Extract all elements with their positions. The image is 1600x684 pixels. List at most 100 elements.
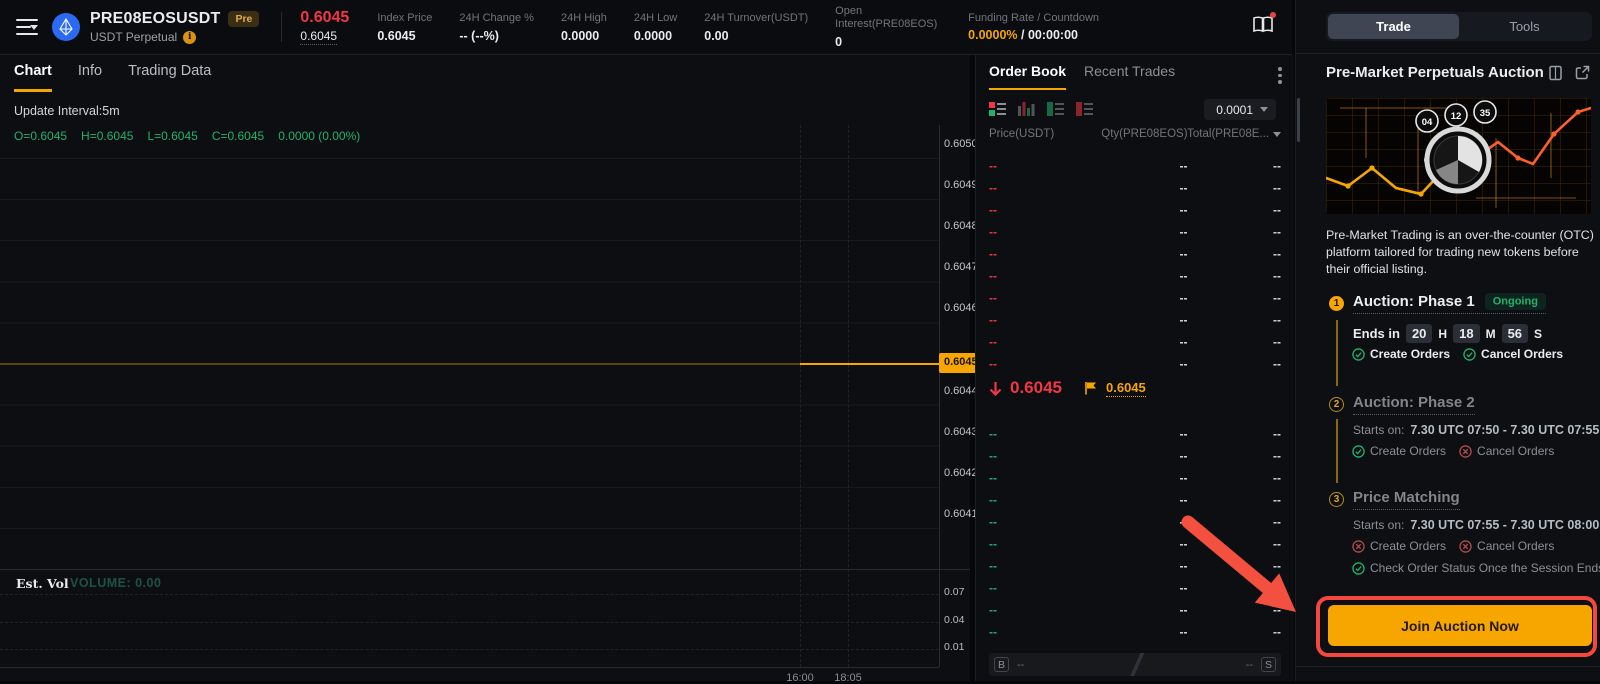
phase-2-title[interactable]: Auction: Phase 2 (1353, 394, 1475, 415)
info-icon[interactable]: i (183, 31, 196, 44)
phase-1-permissions: Create Orders Cancel Orders (1352, 347, 1571, 361)
scrollbar[interactable] (1297, 98, 1300, 142)
symbol-block[interactable]: PRE08EOSUSDT Pre USDT Perpetual i (90, 10, 259, 44)
tab-trading-data[interactable]: Trading Data (128, 63, 211, 92)
time-tick: 16:00 (786, 672, 814, 684)
tab-order-book[interactable]: Order Book (989, 63, 1066, 90)
last-traded-price[interactable]: 0.6045 (1010, 378, 1062, 398)
permission-item: Cancel Orders (1459, 539, 1554, 553)
timeline-connector (1336, 419, 1338, 483)
check-circle-icon (1463, 348, 1476, 361)
ask-row[interactable]: ------ (989, 309, 1281, 331)
tab-recent-trades[interactable]: Recent Trades (1084, 63, 1175, 90)
ask-row[interactable]: ------ (989, 155, 1281, 177)
last-price-row: 0.6045 0.6045 (989, 378, 1146, 398)
flag-icon[interactable] (1084, 381, 1098, 395)
bid-row[interactable]: ------ (989, 445, 1281, 467)
ticker-stat: 24H High 0.0000 (561, 12, 607, 43)
orderbook-menu-icon[interactable] (1278, 67, 1282, 87)
bid-row[interactable]: ------ (989, 423, 1281, 445)
volume-axis-ticks: 0.070.040.01 (944, 586, 964, 669)
orderbook-layout-toggle-icon[interactable] (1252, 15, 1274, 39)
sell-badge: S (1261, 657, 1276, 672)
permission-item: Create Orders (1352, 347, 1450, 361)
phase-3-permissions: Create Orders Cancel Orders Check Order … (1352, 539, 1600, 575)
hamburger-menu-icon[interactable] (16, 19, 38, 35)
ask-row[interactable]: ------ (989, 353, 1281, 375)
buy-sell-ratio-bar: B -- -- S (989, 653, 1281, 676)
bid-row[interactable]: ------ (989, 599, 1281, 621)
trade-side-panel: Trade Tools Pre-Market Perpetuals Auctio… (1295, 0, 1600, 681)
document-icon[interactable] (1548, 65, 1563, 81)
price-grouping-dropdown[interactable]: 0.0001 (1204, 99, 1276, 120)
mark-price[interactable]: 0.6045 (300, 29, 337, 45)
update-interval-label: Update Interval:5m (14, 104, 120, 118)
bid-row[interactable]: ------ (989, 489, 1281, 511)
join-auction-now-button[interactable]: Join Auction Now (1328, 605, 1592, 646)
eos-coin-logo (52, 13, 80, 41)
chart-vertical-gridline (800, 125, 801, 667)
time-tick: 18:05 (834, 672, 862, 684)
tab-info[interactable]: Info (78, 63, 102, 92)
view-asks-only-icon[interactable] (1076, 102, 1093, 116)
bid-row[interactable]: ------ (989, 555, 1281, 577)
volume-gridline (0, 649, 939, 650)
view-depth-bars-icon[interactable] (1018, 102, 1035, 116)
top-bar: PRE08EOSUSDT Pre USDT Perpetual i 0.6045… (0, 0, 1292, 55)
orderbook-view-icons (989, 102, 1093, 116)
bid-row[interactable]: ------ (989, 511, 1281, 533)
buy-badge: B (994, 657, 1009, 672)
ticker-stat: 24H Low 0.0000 (634, 12, 677, 43)
phase-1-countdown: Ends in 20H 18M 56S (1353, 324, 1542, 343)
funding-rate-stat: Funding Rate / Countdown 0.0000% / 00:00… (968, 12, 1099, 42)
ask-row[interactable]: ------ (989, 331, 1281, 353)
ask-row[interactable]: ------ (989, 221, 1281, 243)
external-link-icon[interactable] (1575, 65, 1590, 80)
phase-3-schedule: Starts on:7.30 UTC 07:55 - 7.30 UTC 08:0… (1353, 518, 1599, 532)
time-axis-line (0, 667, 939, 668)
phase-1-title[interactable]: Auction: Phase 1Ongoing (1353, 293, 1546, 314)
view-bids-only-icon[interactable] (1047, 102, 1064, 116)
trade-tools-switch: Trade Tools (1326, 12, 1592, 41)
orderbook-panel: Order Book Recent Trades 0.0001 Price(US… (975, 55, 1294, 681)
ask-row[interactable]: ------ (989, 287, 1281, 309)
ask-row[interactable]: ------ (989, 265, 1281, 287)
bid-row[interactable]: ------ (989, 621, 1281, 643)
phase-1-step-marker: 1 (1329, 296, 1344, 311)
phase-3-title[interactable]: Price Matching (1353, 489, 1460, 510)
orderbook-column-headers: Price(USDT) Qty(PRE08EOS) Total(PRE08E..… (976, 128, 1294, 140)
volume-watermark: VOLUME: 0.00 (70, 576, 161, 590)
ask-row[interactable]: ------ (989, 177, 1281, 199)
countdown-seconds: 56 (1502, 324, 1528, 343)
cross-circle-icon (1352, 540, 1365, 553)
tab-chart[interactable]: Chart (14, 63, 52, 92)
svg-text:35: 35 (1480, 108, 1491, 119)
view-both-sides-icon[interactable] (989, 102, 1006, 116)
chart-vertical-gridline (848, 125, 849, 667)
permission-item: Cancel Orders (1463, 347, 1563, 361)
col-price: Price(USDT) (989, 128, 1082, 140)
svg-text:04: 04 (1422, 117, 1433, 128)
bid-row[interactable]: ------ (989, 533, 1281, 555)
ohlc-value: 0.0000 (0.00%) (278, 129, 360, 143)
col-total[interactable]: Total(PRE08E... (1188, 128, 1281, 140)
bid-row[interactable]: ------ (989, 467, 1281, 489)
volume-tick: 0.04 (944, 614, 964, 642)
timeline-connector (1336, 320, 1338, 386)
price-down-arrow-icon (989, 381, 1002, 396)
contract-type: USDT Perpetual (90, 30, 177, 44)
volume-gridline (0, 594, 939, 595)
svg-text:12: 12 (1451, 111, 1462, 122)
volume-gridline (0, 622, 939, 623)
tab-tools[interactable]: Tools (1459, 14, 1590, 39)
countdown-minutes: 18 (1453, 324, 1479, 343)
price-block: 0.6045 0.6045 (300, 9, 349, 45)
ticker-stat: 24H Change % -- (--%) (459, 12, 534, 43)
tab-trade[interactable]: Trade (1328, 14, 1459, 39)
symbol-name: PRE08EOSUSDT (90, 10, 220, 28)
ask-row[interactable]: ------ (989, 199, 1281, 221)
ohlc-value: C=0.6045 (212, 129, 264, 143)
bid-row[interactable]: ------ (989, 577, 1281, 599)
ask-row[interactable]: ------ (989, 243, 1281, 265)
mark-price-flag-value[interactable]: 0.6045 (1106, 380, 1146, 397)
